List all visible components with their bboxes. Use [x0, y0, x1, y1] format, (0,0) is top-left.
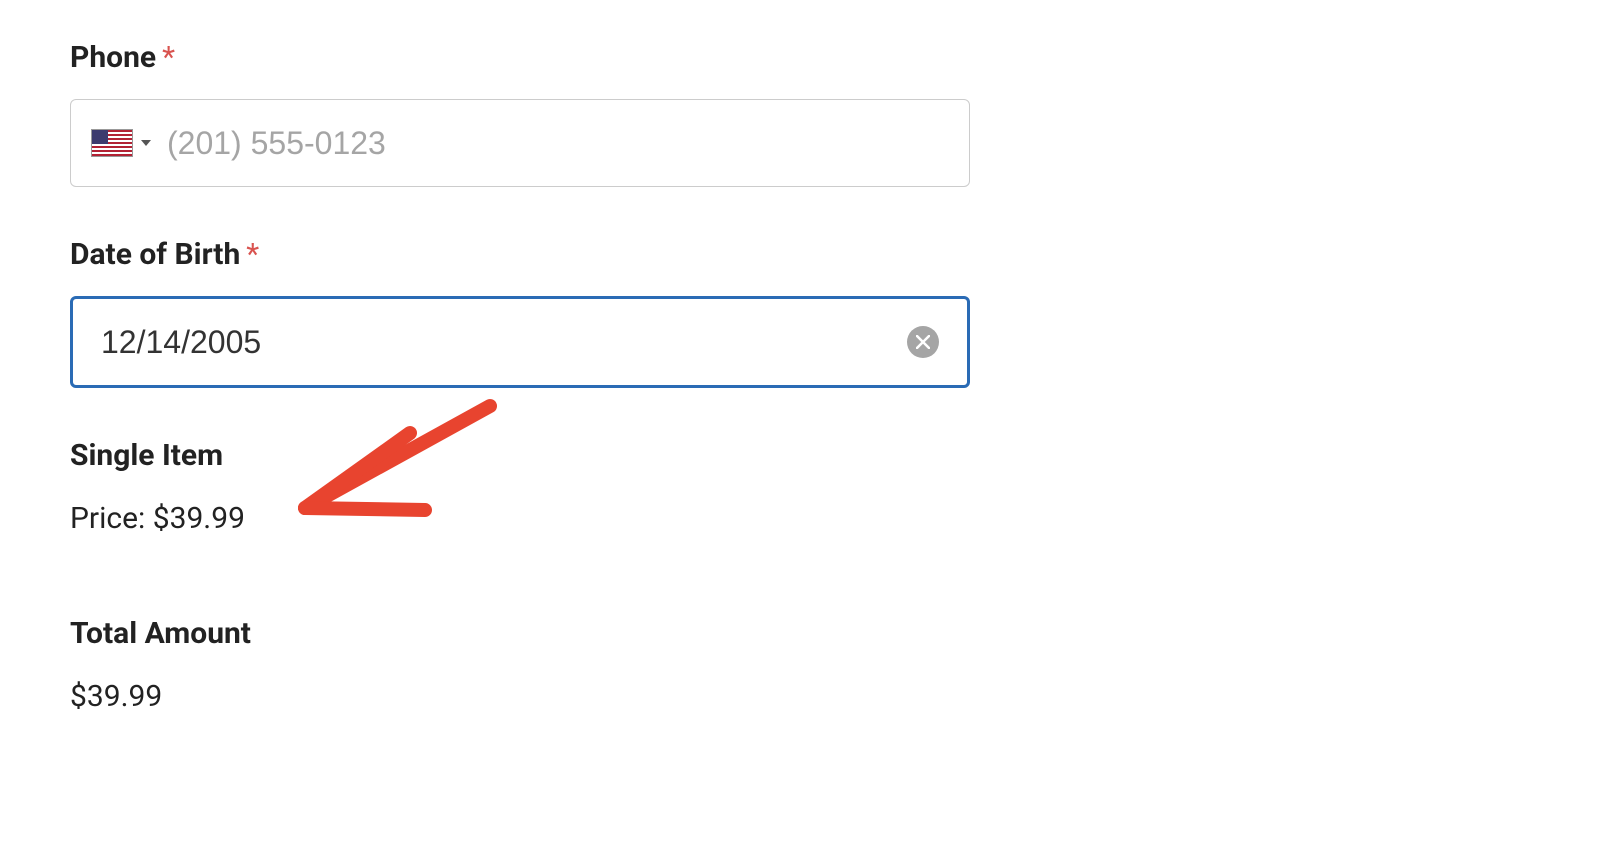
single-item-group: Single Item Price: $39.99	[70, 438, 970, 536]
price-label: Price:	[70, 501, 153, 536]
required-asterisk: *	[246, 237, 259, 272]
close-icon	[916, 335, 930, 349]
total-value: $39.99	[70, 679, 970, 714]
price-value: $39.99	[153, 501, 245, 536]
country-flag-dropdown[interactable]	[91, 129, 151, 157]
chevron-down-icon	[141, 140, 151, 146]
required-asterisk: *	[162, 40, 175, 75]
phone-label: Phone*	[70, 40, 970, 75]
phone-label-text: Phone	[70, 40, 156, 75]
total-amount-group: Total Amount $39.99	[70, 616, 970, 714]
dob-field-group: Date of Birth*	[70, 237, 970, 388]
dob-input[interactable]	[101, 324, 891, 361]
form-container: Phone* Date of Birth* Single Item P	[70, 40, 970, 714]
us-flag-icon	[91, 129, 133, 157]
single-item-heading: Single Item	[70, 438, 970, 473]
total-heading: Total Amount	[70, 616, 970, 651]
dob-label: Date of Birth*	[70, 237, 970, 272]
dob-input-wrapper	[70, 296, 970, 388]
clear-button[interactable]	[907, 326, 939, 358]
phone-input-wrapper	[70, 99, 970, 187]
dob-label-text: Date of Birth	[70, 237, 240, 272]
phone-input[interactable]	[167, 125, 949, 162]
price-line: Price: $39.99	[70, 501, 970, 536]
phone-field-group: Phone*	[70, 40, 970, 187]
